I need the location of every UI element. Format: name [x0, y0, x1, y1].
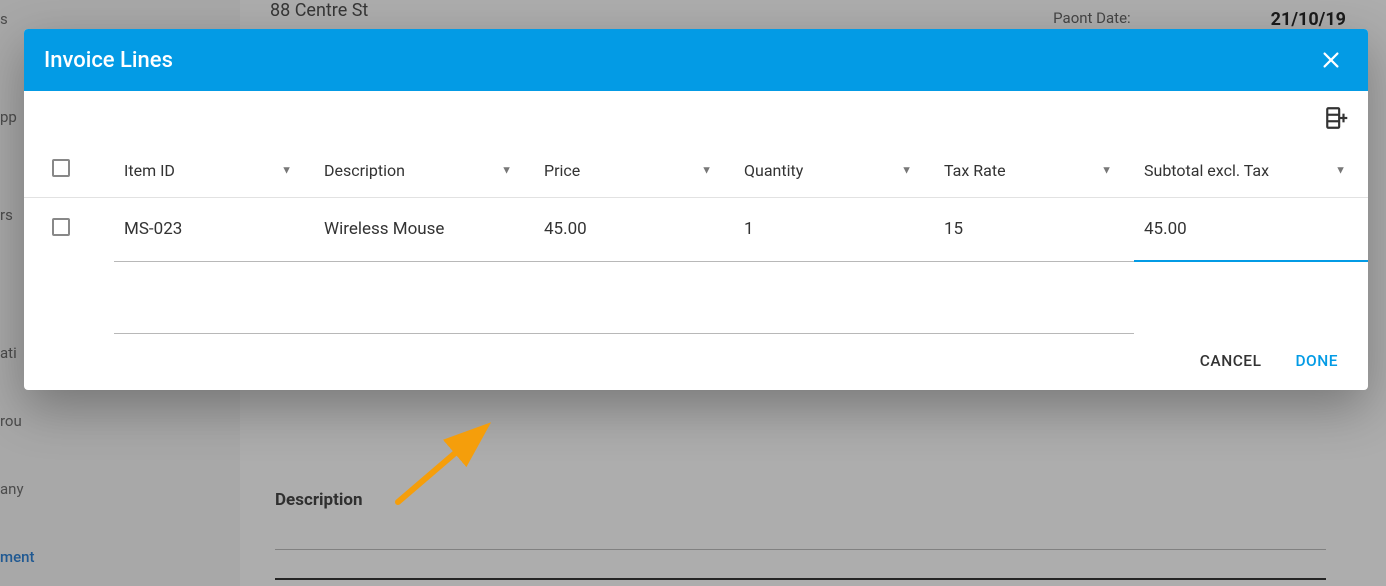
column-header-description[interactable]: Description▼ [314, 143, 534, 198]
cell-description[interactable]: Wireless Mouse [314, 198, 534, 262]
cancel-button[interactable]: Cancel [1200, 352, 1262, 370]
column-header-price[interactable]: Price▼ [534, 143, 734, 198]
column-header-tax-rate[interactable]: Tax Rate▼ [934, 143, 1134, 198]
add-column-icon[interactable] [1324, 105, 1350, 135]
checkbox-icon[interactable] [52, 218, 70, 236]
chevron-down-icon[interactable]: ▼ [1335, 164, 1346, 177]
modal-footer: Cancel Done [24, 334, 1368, 390]
chevron-down-icon[interactable]: ▼ [701, 164, 712, 177]
table-row[interactable]: MS-023 Wireless Mouse 45.00 1 15 45.00 [24, 198, 1368, 262]
cell-price[interactable]: 45.00 [534, 198, 734, 262]
cell-tax-rate[interactable]: 15 [934, 198, 1134, 262]
done-button[interactable]: Done [1295, 352, 1338, 370]
invoice-lines-table: Item ID▼ Description▼ Price▼ Quantity▼ T… [24, 143, 1368, 334]
table-toolbar [24, 91, 1368, 143]
cell-subtotal[interactable]: 45.00 [1134, 198, 1368, 262]
chevron-down-icon[interactable]: ▼ [281, 164, 292, 177]
chevron-down-icon[interactable]: ▼ [501, 164, 512, 177]
checkbox-icon[interactable] [52, 159, 70, 177]
select-all-header[interactable] [24, 143, 114, 198]
modal-title: Invoice Lines [44, 48, 173, 73]
column-header-subtotal[interactable]: Subtotal excl. Tax▼ [1134, 143, 1368, 198]
table-row-empty[interactable] [24, 261, 1368, 333]
chevron-down-icon[interactable]: ▼ [1101, 164, 1112, 177]
close-icon[interactable] [1320, 49, 1342, 71]
chevron-down-icon[interactable]: ▼ [901, 164, 912, 177]
invoice-lines-modal: Invoice Lines [24, 29, 1368, 390]
cell-quantity[interactable]: 1 [734, 198, 934, 262]
modal-header: Invoice Lines [24, 29, 1368, 91]
modal-body: Item ID▼ Description▼ Price▼ Quantity▼ T… [24, 91, 1368, 334]
column-header-quantity[interactable]: Quantity▼ [734, 143, 934, 198]
cell-item-id[interactable]: MS-023 [114, 198, 314, 262]
column-header-item-id[interactable]: Item ID▼ [114, 143, 314, 198]
